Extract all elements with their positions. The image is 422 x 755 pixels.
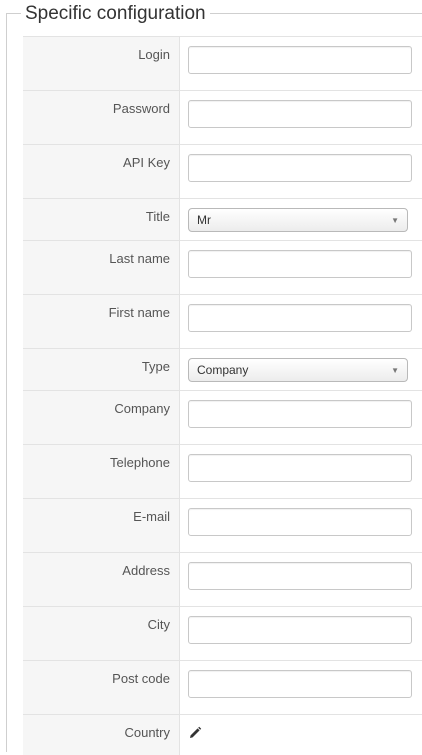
post-code-label: Post code bbox=[23, 661, 180, 714]
first-name-input[interactable] bbox=[188, 304, 412, 332]
form-row-api-key: API Key bbox=[23, 145, 422, 199]
title-label: Title bbox=[23, 199, 180, 240]
address-label: Address bbox=[23, 553, 180, 606]
last-name-input[interactable] bbox=[188, 250, 412, 278]
login-input[interactable] bbox=[188, 46, 412, 74]
company-input[interactable] bbox=[188, 400, 412, 428]
password-label: Password bbox=[23, 91, 180, 144]
password-input[interactable] bbox=[188, 100, 412, 128]
title-select-value: Mr bbox=[197, 213, 211, 227]
form-row-company: Company bbox=[23, 391, 422, 445]
type-label: Type bbox=[23, 349, 180, 390]
company-label: Company bbox=[23, 391, 180, 444]
post-code-input[interactable] bbox=[188, 670, 412, 698]
form-row-post-code: Post code bbox=[23, 661, 422, 715]
form-row-login: Login bbox=[23, 37, 422, 91]
form-row-telephone: Telephone bbox=[23, 445, 422, 499]
city-label: City bbox=[23, 607, 180, 660]
last-name-label: Last name bbox=[23, 241, 180, 294]
address-input[interactable] bbox=[188, 562, 412, 590]
email-label: E-mail bbox=[23, 499, 180, 552]
chevron-down-icon: ▼ bbox=[391, 215, 399, 225]
fieldset-border-left bbox=[6, 13, 7, 752]
city-input[interactable] bbox=[188, 616, 412, 644]
form-row-email: E-mail bbox=[23, 499, 422, 553]
form-row-first-name: First name bbox=[23, 295, 422, 349]
telephone-label: Telephone bbox=[23, 445, 180, 498]
form-row-password: Password bbox=[23, 91, 422, 145]
first-name-label: First name bbox=[23, 295, 180, 348]
configuration-form: Login Password API Key Title Mr ▼ Last n… bbox=[23, 36, 422, 755]
form-row-last-name: Last name bbox=[23, 241, 422, 295]
fieldset-legend: Specific configuration bbox=[21, 2, 210, 26]
form-row-type: Type Company ▼ bbox=[23, 349, 422, 391]
type-select[interactable]: Company ▼ bbox=[188, 358, 408, 382]
form-row-city: City bbox=[23, 607, 422, 661]
country-label: Country bbox=[23, 715, 180, 755]
title-select[interactable]: Mr ▼ bbox=[188, 208, 408, 232]
chevron-down-icon: ▼ bbox=[391, 365, 399, 375]
api-key-label: API Key bbox=[23, 145, 180, 198]
form-row-title: Title Mr ▼ bbox=[23, 199, 422, 241]
login-label: Login bbox=[23, 37, 180, 90]
form-row-address: Address bbox=[23, 553, 422, 607]
api-key-input[interactable] bbox=[188, 154, 412, 182]
email-input[interactable] bbox=[188, 508, 412, 536]
type-select-value: Company bbox=[197, 363, 249, 377]
form-row-country: Country bbox=[23, 715, 422, 755]
telephone-input[interactable] bbox=[188, 454, 412, 482]
pencil-icon[interactable] bbox=[188, 726, 202, 740]
